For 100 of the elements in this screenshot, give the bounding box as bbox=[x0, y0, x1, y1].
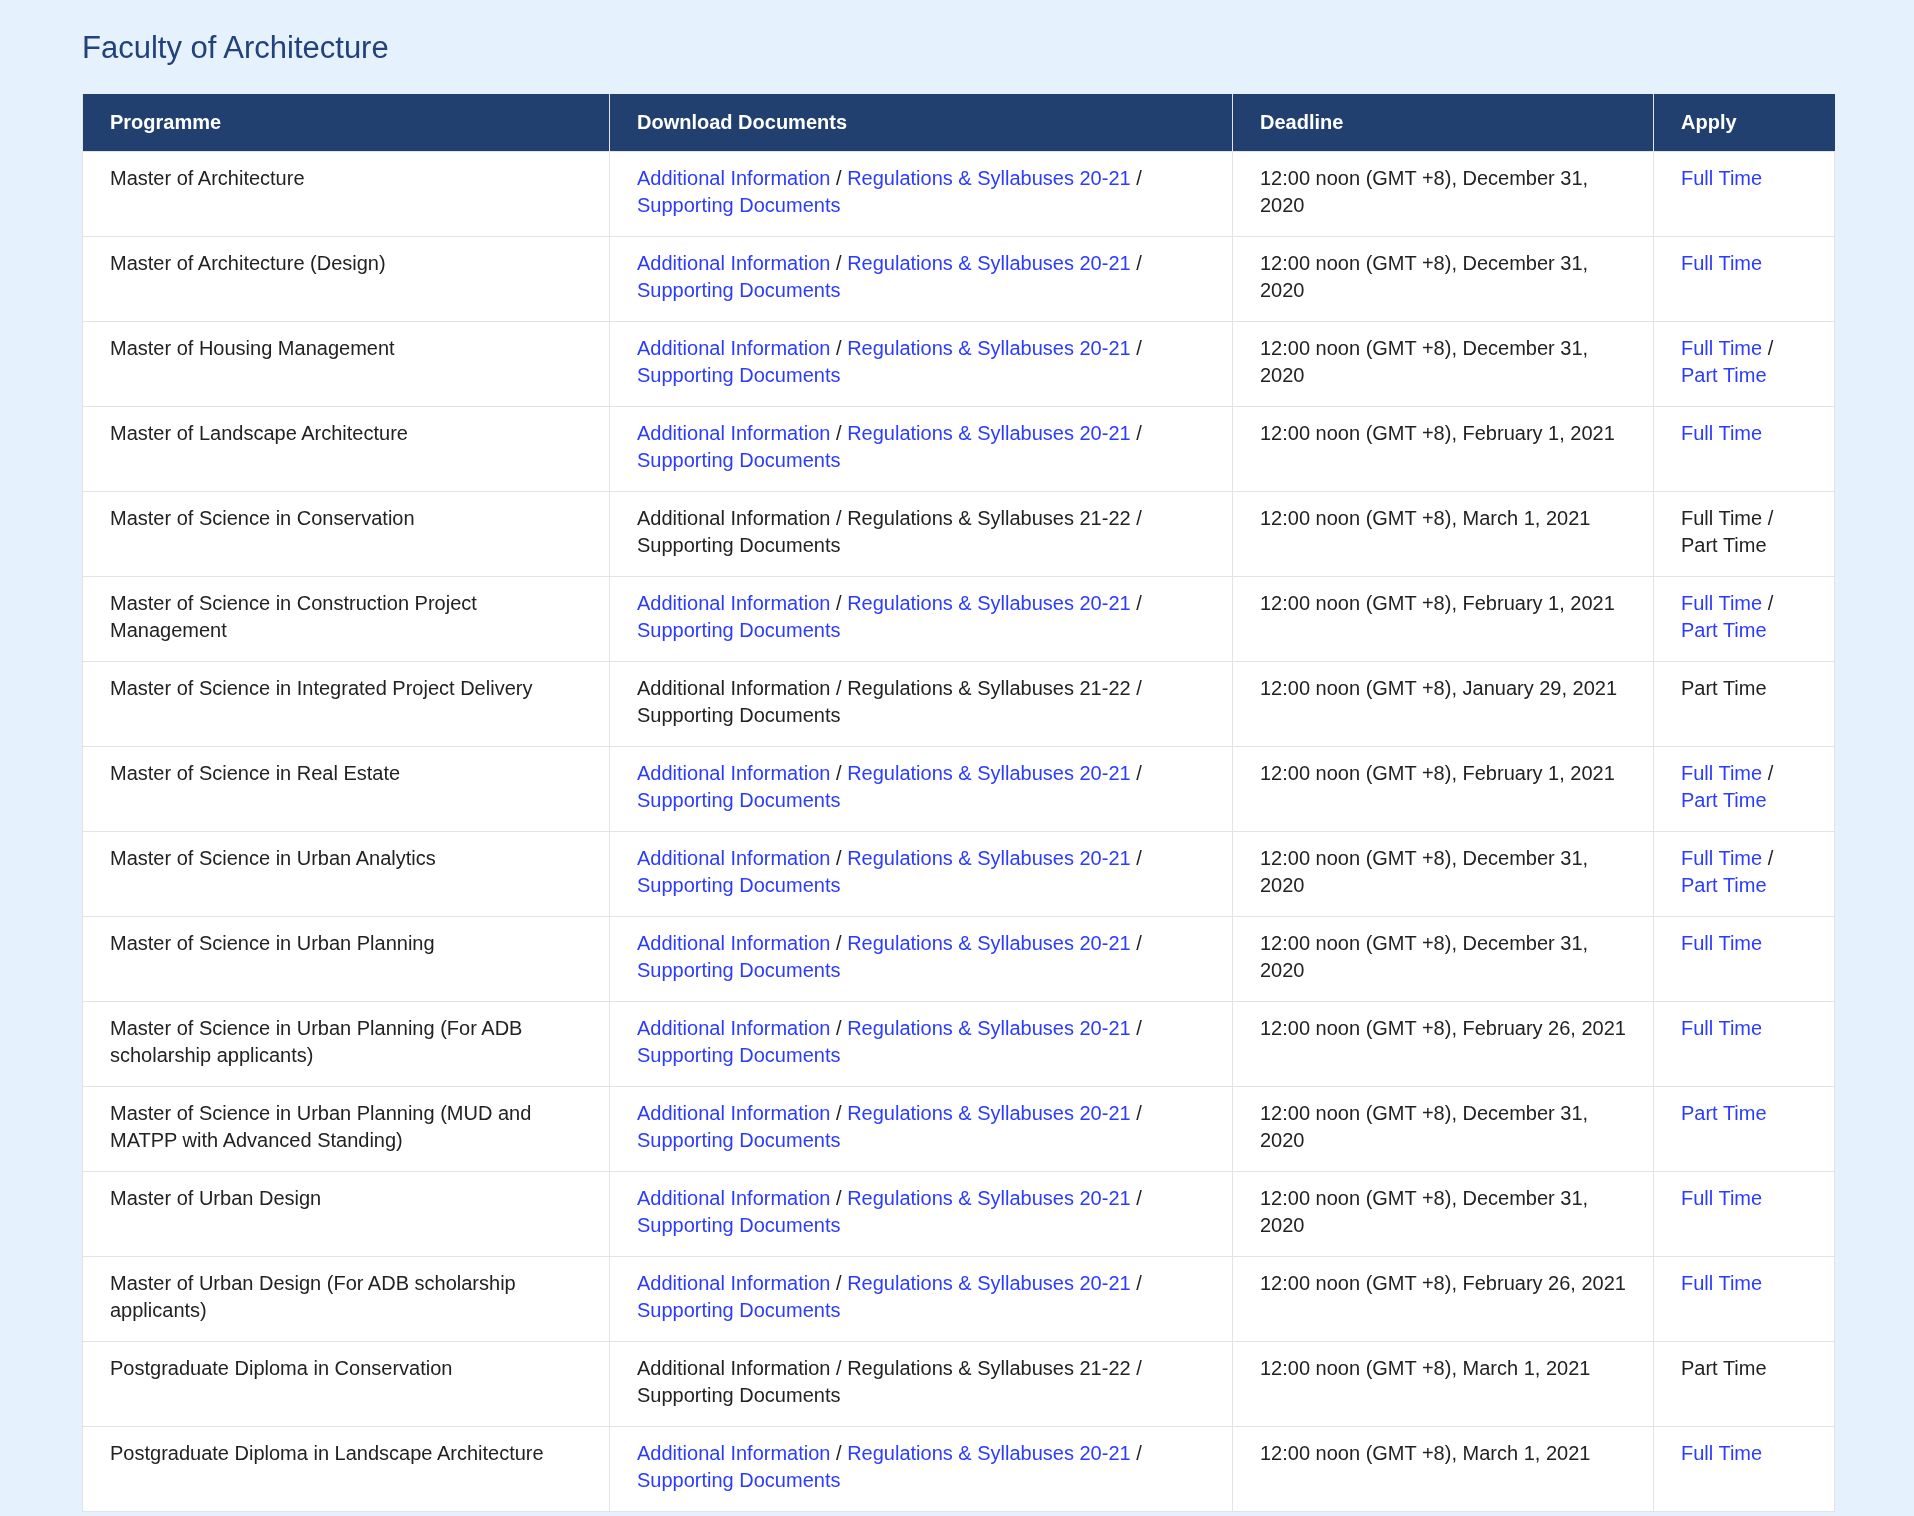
link[interactable]: Supporting Documents bbox=[637, 1298, 841, 1321]
programme-name: Master of Science in Real Estate bbox=[110, 761, 401, 784]
link[interactable]: Full Time bbox=[1681, 846, 1763, 869]
link[interactable]: Additional Information bbox=[637, 1016, 831, 1039]
link[interactable]: Part Time bbox=[1681, 1101, 1767, 1124]
separator: / bbox=[836, 761, 842, 784]
link[interactable]: Additional Information bbox=[637, 761, 831, 784]
link[interactable]: Additional Information bbox=[637, 1101, 831, 1124]
separator: / bbox=[836, 676, 842, 699]
separator: / bbox=[1136, 591, 1142, 614]
link[interactable]: Regulations & Syllabuses 20-21 bbox=[847, 1186, 1131, 1209]
link[interactable]: Supporting Documents bbox=[637, 788, 841, 811]
link[interactable]: Supporting Documents bbox=[637, 1468, 841, 1491]
link[interactable]: Additional Information bbox=[637, 251, 831, 274]
link[interactable]: Supporting Documents bbox=[637, 193, 841, 216]
separator: / bbox=[1136, 336, 1142, 359]
link[interactable]: Additional Information bbox=[637, 591, 831, 614]
programme-name: Master of Architecture (Design) bbox=[110, 251, 386, 274]
link[interactable]: Additional Information bbox=[637, 1186, 831, 1209]
link[interactable]: Regulations & Syllabuses 20-21 bbox=[847, 1271, 1131, 1294]
link[interactable]: Full Time bbox=[1681, 1271, 1763, 1294]
link[interactable]: Regulations & Syllabuses 20-21 bbox=[847, 1101, 1131, 1124]
separator: / bbox=[1136, 1016, 1142, 1039]
link[interactable]: Full Time bbox=[1681, 931, 1763, 954]
programme-name: Master of Housing Management bbox=[110, 336, 395, 359]
programme-name: Master of Science in Urban Planning (MUD and MATPP with Advanced Standing) bbox=[110, 1101, 532, 1151]
link[interactable]: Regulations & Syllabuses 20-21 bbox=[847, 1016, 1131, 1039]
link[interactable]: Additional Information bbox=[637, 336, 831, 359]
link[interactable]: Part Time bbox=[1681, 363, 1767, 386]
link[interactable]: Supporting Documents bbox=[637, 448, 841, 471]
link[interactable]: Full Time bbox=[1681, 591, 1763, 614]
link[interactable]: Supporting Documents bbox=[637, 1043, 841, 1066]
column-header: Download Documents bbox=[609, 94, 1233, 151]
programme-name: Master of Urban Design bbox=[110, 1186, 322, 1209]
link[interactable]: Full Time bbox=[1681, 421, 1763, 444]
column-header: Apply bbox=[1653, 94, 1835, 151]
cell-text: Supporting Documents bbox=[637, 1383, 841, 1406]
separator: / bbox=[836, 1356, 842, 1379]
link[interactable]: Regulations & Syllabuses 20-21 bbox=[847, 931, 1131, 954]
separator: / bbox=[1136, 506, 1142, 529]
link[interactable]: Supporting Documents bbox=[637, 278, 841, 301]
link[interactable]: Full Time bbox=[1681, 336, 1763, 359]
link[interactable]: Supporting Documents bbox=[637, 618, 841, 641]
link[interactable]: Regulations & Syllabuses 20-21 bbox=[847, 1441, 1131, 1464]
cell-text: Regulations & Syllabuses 21-22 bbox=[847, 1356, 1131, 1379]
link[interactable]: Supporting Documents bbox=[637, 1128, 841, 1151]
separator: / bbox=[836, 506, 842, 529]
link[interactable]: Additional Information bbox=[637, 166, 831, 189]
separator: / bbox=[836, 336, 842, 359]
link[interactable]: Supporting Documents bbox=[637, 873, 841, 896]
separator: / bbox=[1136, 676, 1142, 699]
link[interactable]: Regulations & Syllabuses 20-21 bbox=[847, 761, 1131, 784]
link[interactable]: Part Time bbox=[1681, 788, 1767, 811]
separator: / bbox=[1136, 761, 1142, 784]
programme-name: Master of Science in Conservation bbox=[110, 506, 415, 529]
deadline: 12:00 noon (GMT +8), December 31, 2020 bbox=[1260, 336, 1589, 386]
deadline: 12:00 noon (GMT +8), March 1, 2021 bbox=[1260, 1441, 1591, 1464]
link[interactable]: Regulations & Syllabuses 20-21 bbox=[847, 591, 1131, 614]
link[interactable]: Part Time bbox=[1681, 873, 1767, 896]
deadline: 12:00 noon (GMT +8), February 1, 2021 bbox=[1260, 761, 1615, 784]
link[interactable]: Additional Information bbox=[637, 931, 831, 954]
link[interactable]: Full Time bbox=[1681, 1186, 1763, 1209]
link[interactable]: Regulations & Syllabuses 20-21 bbox=[847, 846, 1131, 869]
programme-name: Master of Science in Construction Project Management bbox=[110, 591, 477, 641]
separator: / bbox=[1767, 591, 1774, 614]
separator: / bbox=[1767, 506, 1774, 529]
link[interactable]: Full Time bbox=[1681, 251, 1763, 274]
programme-name: Master of Science in Urban Analytics bbox=[110, 846, 436, 869]
separator: / bbox=[1767, 761, 1774, 784]
link[interactable]: Regulations & Syllabuses 20-21 bbox=[847, 336, 1131, 359]
link[interactable]: Full Time bbox=[1681, 1441, 1763, 1464]
link[interactable]: Additional Information bbox=[637, 421, 831, 444]
programme-name: Master of Science in Urban Planning (For ADB scholarship applicants) bbox=[110, 1016, 523, 1066]
deadline: 12:00 noon (GMT +8), March 1, 2021 bbox=[1260, 506, 1591, 529]
cell-text: Full Time bbox=[1681, 506, 1763, 529]
link[interactable]: Supporting Documents bbox=[637, 1213, 841, 1236]
link[interactable]: Full Time bbox=[1681, 1016, 1763, 1039]
link[interactable]: Additional Information bbox=[637, 846, 831, 869]
link[interactable]: Regulations & Syllabuses 20-21 bbox=[847, 251, 1131, 274]
link[interactable]: Additional Information bbox=[637, 1441, 831, 1464]
column-header: Programme bbox=[82, 94, 610, 151]
link[interactable]: Full Time bbox=[1681, 166, 1763, 189]
deadline: 12:00 noon (GMT +8), February 26, 2021 bbox=[1260, 1271, 1626, 1294]
link[interactable]: Additional Information bbox=[637, 1271, 831, 1294]
programme-name: Master of Architecture bbox=[110, 166, 305, 189]
link[interactable]: Part Time bbox=[1681, 618, 1767, 641]
separator: / bbox=[1136, 1356, 1142, 1379]
link[interactable]: Regulations & Syllabuses 20-21 bbox=[847, 421, 1131, 444]
cell-text: Part Time bbox=[1681, 676, 1767, 699]
deadline: 12:00 noon (GMT +8), February 1, 2021 bbox=[1260, 591, 1615, 614]
deadline: 12:00 noon (GMT +8), December 31, 2020 bbox=[1260, 846, 1589, 896]
link[interactable]: Full Time bbox=[1681, 761, 1763, 784]
deadline: 12:00 noon (GMT +8), March 1, 2021 bbox=[1260, 1356, 1591, 1379]
link[interactable]: Regulations & Syllabuses 20-21 bbox=[847, 166, 1131, 189]
link[interactable]: Supporting Documents bbox=[637, 363, 841, 386]
programme-name: Master of Landscape Architecture bbox=[110, 421, 408, 444]
link[interactable]: Supporting Documents bbox=[637, 958, 841, 981]
deadline: 12:00 noon (GMT +8), December 31, 2020 bbox=[1260, 931, 1589, 981]
separator: / bbox=[836, 931, 842, 954]
separator: / bbox=[836, 591, 842, 614]
